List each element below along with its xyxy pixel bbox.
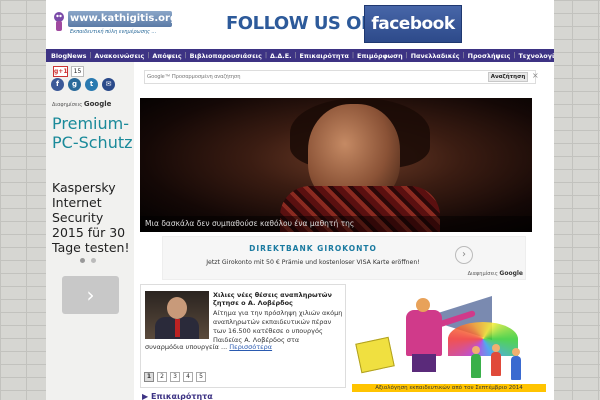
nav-item[interactable]: Πανελλαδικές (409, 52, 462, 60)
promo-caption[interactable]: Αξιολόγηση εκπαιδευτικών από τον Σεπτέμβ… (352, 384, 546, 392)
page-link-2[interactable]: 2 (157, 372, 167, 382)
promo-kid-head (512, 348, 520, 356)
pen-mascot-icon (54, 12, 64, 31)
main-content: Αναζήτηση × Μια δασκάλα δεν συμπαθούσε κ… (134, 62, 554, 400)
email-icon[interactable]: ✉ (102, 78, 115, 91)
featured-video[interactable]: Μια δασκάλα δεν συμπαθούσε καθόλου ένα μ… (140, 98, 532, 232)
bank-ad-title[interactable]: DIREKTBANK GIROKONTO (163, 244, 463, 253)
photo-face (167, 297, 187, 319)
ad-carousel-dots (80, 258, 96, 263)
nav-item[interactable]: BlogNews (49, 52, 88, 60)
page-link-1[interactable]: 1 (144, 372, 154, 382)
section-title: ▶ Επικαιρότητα (142, 392, 213, 400)
promo-teacher-figure (406, 298, 476, 372)
news-body-end-text: συναρμόδια υπουργεία ... (145, 343, 228, 351)
promo-kid (511, 356, 521, 380)
site-logo[interactable]: www.kathigitis.org Εκπαιδευτική πύλη ενη… (50, 9, 172, 41)
pagination: 12345 (144, 372, 206, 382)
bank-ad-text: Jetzt Girokonto mit 50 € Prämie und kost… (206, 259, 420, 266)
google-brand: Google (499, 270, 523, 277)
promo-kid (471, 354, 481, 378)
nav-item[interactable]: Επιμόρφωση (355, 52, 405, 60)
facebook-logo: facebook (364, 5, 462, 43)
promo-kid-head (472, 346, 480, 354)
figure-head (416, 298, 430, 312)
ad-body-text[interactable]: Kaspersky Internet Security 2015 für 30 … (52, 180, 134, 255)
nav-item[interactable]: Δ.Δ.Ε. (268, 52, 294, 60)
figure-body (406, 310, 442, 356)
bank-ad-label: Διαφημίσεις Google (468, 270, 523, 277)
promo-rainbow (448, 322, 518, 356)
facebook-label: facebook (371, 14, 455, 34)
page-link-3[interactable]: 3 (170, 372, 180, 382)
ad-next-button[interactable]: › (62, 276, 119, 314)
promo-banner[interactable]: Αξιολόγηση εκπαιδευτικών από τον Σεπτέμβ… (352, 288, 546, 392)
follow-facebook-banner[interactable]: FOLLOW US ON facebook (226, 5, 464, 43)
promo-kid-head (492, 344, 500, 352)
nav-item[interactable]: Τεχνολογία (516, 52, 554, 60)
facebook-icon[interactable]: f (51, 78, 64, 91)
close-icon[interactable]: × (532, 71, 539, 80)
google-brand: Google (83, 100, 112, 108)
ad-title-link[interactable]: Premium-PC-Schutz (52, 114, 134, 152)
carousel-dot[interactable] (91, 258, 96, 263)
social-icons: f g t ✉ (51, 78, 115, 91)
nav-item[interactable]: Ανακοινώσεις (92, 52, 146, 60)
page-link-5[interactable]: 5 (196, 372, 206, 382)
follow-text: FOLLOW US ON (226, 13, 376, 34)
news-photo[interactable] (145, 291, 209, 339)
nav-item[interactable]: Απόψεις (150, 52, 183, 60)
logo-tagline: Εκπαιδευτική πύλη ενημέρωσης ... (70, 29, 157, 35)
nav-item[interactable]: Βιβλιοπαρουσιάσεις (188, 52, 264, 60)
gplus-widget: g+1 15 (53, 66, 84, 77)
page-link-4[interactable]: 4 (183, 372, 193, 382)
promo-kid (491, 352, 501, 376)
search-box: Αναζήτηση (144, 70, 536, 84)
main-nav: BlogNews | Ανακοινώσεις | Απόψεις | Βιβλιοπαρο… (46, 49, 554, 62)
gplus-count: 15 (71, 66, 84, 77)
ad-label-text: Διαφημίσεις (52, 102, 83, 108)
carousel-dot[interactable] (80, 258, 85, 263)
page: www.kathigitis.org Εκπαιδευτική πύλη ενη… (46, 0, 554, 400)
photo-tie (175, 319, 180, 337)
figure-legs (412, 354, 436, 372)
ad-label: Διαφημίσεις Google (52, 100, 111, 108)
chevron-right-icon[interactable]: › (455, 246, 473, 264)
section-bullet: ▶ (142, 392, 151, 400)
nav-item[interactable]: Προσλήψεις (466, 52, 513, 60)
read-more-link[interactable]: Περισσότερα (229, 343, 272, 351)
bank-ad-banner[interactable]: DIREKTBANK GIROKONTO Jetzt Girokonto mit… (162, 236, 526, 280)
search-input[interactable] (147, 72, 487, 82)
site-header: www.kathigitis.org Εκπαιδευτική πύλη ενη… (46, 0, 554, 48)
video-caption: Μια δασκάλα δεν συμπαθούσε καθόλου ένα μ… (140, 216, 532, 232)
news-title[interactable]: Χιλιες νέες θέσεις αναπληρωτών ζητησε ο … (213, 291, 345, 307)
news-body: Αίτημα για την πρόσληψη χιλιών ακόμη ανα… (213, 309, 343, 344)
promo-sign (355, 336, 395, 374)
gplus-button[interactable]: g+1 (53, 66, 68, 77)
twitter-icon[interactable]: t (85, 78, 98, 91)
left-sidebar: g+1 15 f g t ✉ Διαφημίσεις Google Premiu… (46, 62, 134, 400)
search-button[interactable]: Αναζήτηση (488, 72, 528, 82)
news-body-end: συναρμόδια υπουργεία ... Περισσότερα (145, 343, 345, 352)
logo-title: www.kathigitis.org (68, 11, 172, 27)
bank-ad-label-text: Διαφημίσεις (467, 271, 498, 277)
section-title-text: Επικαιρότητα (150, 392, 213, 400)
google-plus-icon[interactable]: g (68, 78, 81, 91)
nav-item[interactable]: Επικαιρότητα (298, 52, 351, 60)
